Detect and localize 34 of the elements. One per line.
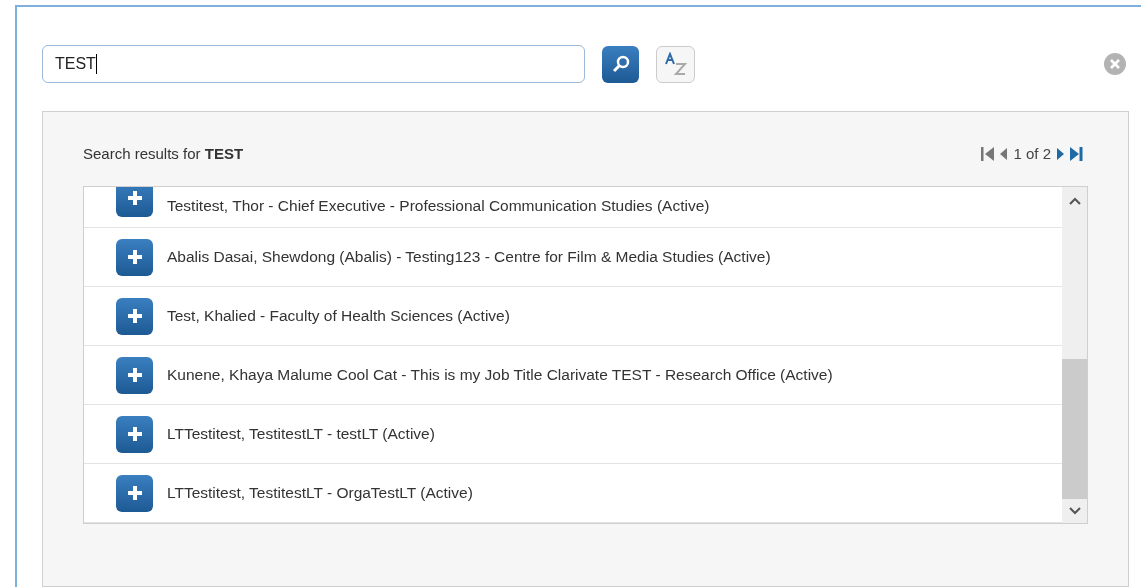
search-icon [610,54,631,74]
first-page-icon[interactable] [981,146,996,162]
add-button[interactable] [116,297,153,335]
add-button[interactable] [116,474,153,512]
scroll-up-icon[interactable] [1068,197,1081,205]
add-button[interactable] [116,356,153,394]
result-item[interactable]: Test, Khalied - Faculty of Health Sciences (Active) [167,304,510,328]
add-button[interactable] [116,238,153,276]
scroll-down-icon[interactable] [1068,507,1081,515]
scroll-thumb[interactable] [1062,359,1087,499]
plus-icon [125,307,144,325]
search-field[interactable]: TEST [42,45,585,83]
add-button[interactable] [116,187,153,217]
last-page-icon[interactable] [1069,146,1083,162]
result-item[interactable]: LTTestitest, TestitestLT - OrgaTestLT (Active) [167,481,473,505]
sort-button[interactable] [656,45,695,83]
next-page-icon[interactable] [1056,146,1066,162]
sort-icon [662,52,689,76]
results-heading: Search results for TEST [83,143,244,164]
result-item[interactable]: Abalis Dasai, Shewdong (Abalis) - Testing123 - Centre for Film & Media Studies (Active) [167,245,771,269]
result-item[interactable]: Kunene, Khaya Malume Cool Cat - This is my Job Title Clarivate TEST - Research Office (Active) [167,363,833,387]
result-item[interactable]: Testitest, Thor - Chief Executive - Professional Communication Studies (Active) [167,194,710,218]
search-button[interactable] [602,45,639,83]
add-button[interactable] [116,415,153,453]
plus-icon [125,366,144,384]
plus-icon [125,425,144,443]
page-indicator: 1 of 2 [1013,143,1051,164]
result-item[interactable]: LTTestitest, TestitestLT - testLT (Active) [167,422,435,446]
close-icon [1110,59,1120,69]
plus-icon [125,484,144,502]
plus-icon [125,248,144,266]
plus-icon [125,189,144,207]
previous-page-icon[interactable] [998,146,1009,162]
scrollbar[interactable] [1062,187,1087,523]
